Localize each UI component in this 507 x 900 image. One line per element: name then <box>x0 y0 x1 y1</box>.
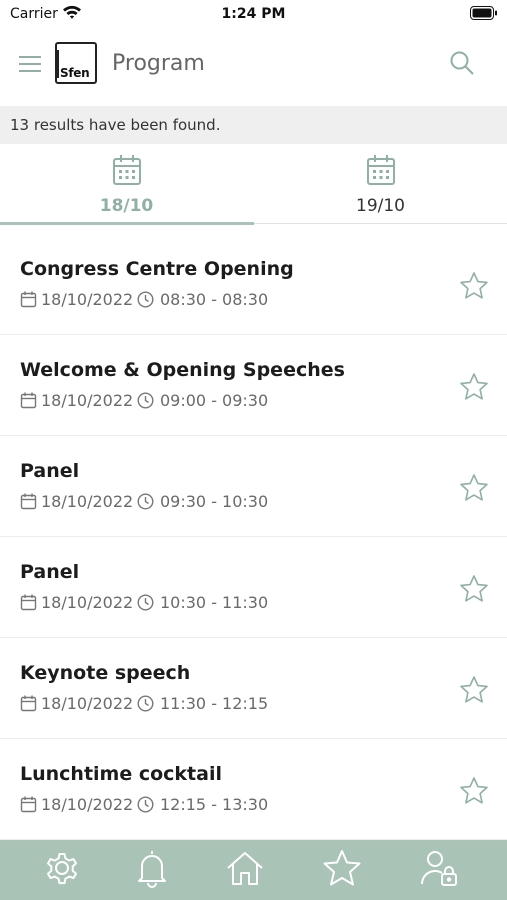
clock-icon <box>137 695 154 712</box>
event-time: 12:15 - 13:30 <box>160 795 269 814</box>
bottom-navigation <box>0 840 507 900</box>
clock-icon <box>137 392 154 409</box>
tab-day-1[interactable]: 18/10 <box>0 144 254 225</box>
clock-icon <box>137 594 154 611</box>
favorite-star-icon[interactable] <box>459 372 489 402</box>
clock-icon <box>137 493 154 510</box>
results-bar: 13 results have been found. <box>0 106 507 144</box>
calendar-icon <box>20 594 37 611</box>
event-date: 18/10/2022 <box>41 290 134 309</box>
selected-tab-indicator <box>0 222 254 225</box>
tab-day-1-label: 18/10 <box>99 196 154 216</box>
event-time: 11:30 - 12:15 <box>160 694 269 713</box>
status-time: 1:24 PM <box>221 6 286 22</box>
favorite-star-icon[interactable] <box>459 473 489 503</box>
calendar-icon <box>113 155 141 185</box>
clock-icon <box>137 796 154 813</box>
event-title: Lunchtime cocktail <box>20 763 222 785</box>
favorite-star-icon[interactable] <box>459 675 489 705</box>
event-list-item[interactable]: Panel 18/10/2022 09:30 - 10:30 <box>0 436 507 537</box>
calendar-icon <box>367 155 395 185</box>
calendar-icon <box>20 695 37 712</box>
event-list-item[interactable]: Welcome & Opening Speeches 18/10/2022 09… <box>0 335 507 436</box>
day-tabs: 18/10 19/10 <box>0 144 507 225</box>
app-header: Sfen Program <box>0 30 507 106</box>
clock-icon <box>137 291 154 308</box>
results-count: 13 results have been found. <box>10 116 221 134</box>
logo-bar <box>57 50 59 78</box>
event-list-item[interactable]: Panel 18/10/2022 10:30 - 11:30 <box>0 537 507 638</box>
event-date: 18/10/2022 <box>41 391 134 410</box>
logo-text: Sfen <box>60 66 90 80</box>
sfen-logo: Sfen <box>55 42 97 84</box>
account-lock-icon[interactable] <box>420 848 460 888</box>
hamburger-menu-icon[interactable] <box>18 52 42 76</box>
event-date: 18/10/2022 <box>41 694 134 713</box>
event-list-item[interactable]: Congress Centre Opening 18/10/2022 08:30… <box>0 234 507 335</box>
event-time: 09:00 - 09:30 <box>160 391 269 410</box>
event-title: Panel <box>20 561 80 583</box>
battery-icon <box>470 6 497 20</box>
calendar-icon <box>20 493 37 510</box>
favorite-star-icon[interactable] <box>459 776 489 806</box>
event-time: 10:30 - 11:30 <box>160 593 269 612</box>
status-bar: Carrier 1:24 PM <box>0 0 507 30</box>
favorite-star-icon[interactable] <box>459 574 489 604</box>
favorite-star-icon[interactable] <box>459 271 489 301</box>
event-date: 18/10/2022 <box>41 492 134 511</box>
calendar-icon <box>20 392 37 409</box>
event-date: 18/10/2022 <box>41 593 134 612</box>
event-title: Welcome & Opening Speeches <box>20 359 345 381</box>
search-icon[interactable] <box>449 50 475 76</box>
event-list-item[interactable]: Keynote speech 18/10/2022 11:30 - 12:15 <box>0 638 507 739</box>
favorites-star-icon[interactable] <box>322 848 362 888</box>
event-title: Congress Centre Opening <box>20 258 294 280</box>
event-list: Congress Centre Opening 18/10/2022 08:30… <box>0 234 507 840</box>
tab-day-2-label: 19/10 <box>356 196 405 216</box>
event-title: Keynote speech <box>20 662 191 684</box>
settings-icon[interactable] <box>42 848 82 888</box>
event-date: 18/10/2022 <box>41 795 134 814</box>
event-title: Panel <box>20 460 80 482</box>
event-time: 08:30 - 08:30 <box>160 290 269 309</box>
tab-day-2[interactable]: 19/10 <box>254 144 507 224</box>
event-time: 09:30 - 10:30 <box>160 492 269 511</box>
home-icon[interactable] <box>225 848 265 888</box>
event-list-item[interactable]: Lunchtime cocktail 18/10/2022 12:15 - 13… <box>0 739 507 840</box>
page-title: Program <box>112 51 205 76</box>
calendar-icon <box>20 796 37 813</box>
calendar-icon <box>20 291 37 308</box>
notifications-bell-icon[interactable] <box>132 848 172 888</box>
